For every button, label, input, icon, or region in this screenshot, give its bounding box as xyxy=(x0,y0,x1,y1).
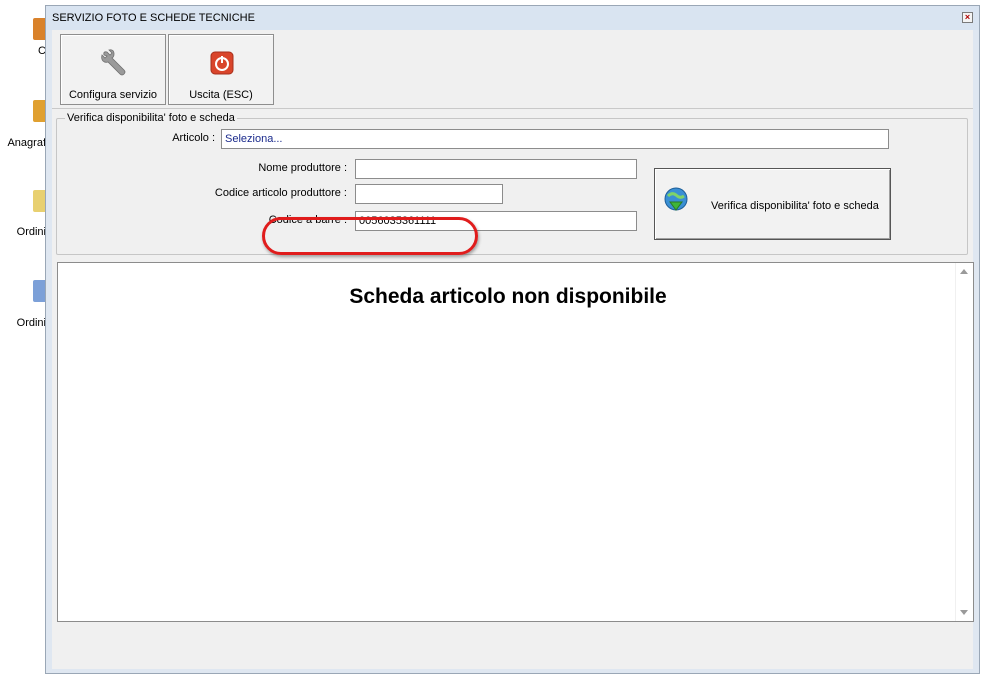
verify-groupbox: Verifica disponibilita' foto e scheda Ar… xyxy=(56,112,968,255)
exit-button[interactable]: Uscita (ESC) xyxy=(168,34,274,105)
articolo-label: Articolo : xyxy=(172,132,215,144)
scroll-up-icon[interactable] xyxy=(960,269,968,274)
scroll-down-icon[interactable] xyxy=(960,610,968,615)
config-service-button[interactable]: Configura servizio xyxy=(60,34,166,105)
articolo-select[interactable]: Seleziona... xyxy=(221,129,889,149)
wrench-icon xyxy=(101,49,126,76)
power-icon xyxy=(210,51,234,75)
desktop-strip: C Anagraf Ordini Ordini xyxy=(0,0,47,674)
codice-articolo-label: Codice articolo produttore : xyxy=(214,187,347,199)
barcode-highlight-annotation xyxy=(262,217,478,255)
nome-produttore-input[interactable] xyxy=(355,159,637,179)
desktop-item-label[interactable]: Ordini xyxy=(0,226,46,238)
config-service-label: Configura servizio xyxy=(68,89,158,101)
main-window: SERVIZIO FOTO E SCHEDE TECNICHE × Config… xyxy=(45,5,980,674)
toolbar: Configura servizio Uscita (ESC) xyxy=(52,30,973,109)
desktop-item-label[interactable]: Ordini xyxy=(0,317,46,329)
verify-availability-label: Verifica disponibilita' foto e scheda xyxy=(711,200,879,212)
title-bar[interactable]: SERVIZIO FOTO E SCHEDE TECNICHE × xyxy=(46,6,979,30)
codice-articolo-input[interactable] xyxy=(355,184,503,204)
nome-produttore-label: Nome produttore : xyxy=(258,162,347,174)
globe-download-icon xyxy=(664,187,688,211)
close-icon: × xyxy=(964,12,971,22)
close-button[interactable]: × xyxy=(962,12,973,23)
window-client: Configura servizio Uscita (ESC) Verifica… xyxy=(52,30,974,669)
desktop-item-label[interactable]: C xyxy=(0,45,46,57)
verify-availability-button[interactable]: Verifica disponibilita' foto e scheda xyxy=(654,168,891,240)
desktop-item-label[interactable]: Anagraf xyxy=(0,137,46,149)
group-legend: Verifica disponibilita' foto e scheda xyxy=(65,112,237,124)
product-sheet-pane[interactable]: Scheda articolo non disponibile xyxy=(57,262,974,622)
window-title: SERVIZIO FOTO E SCHEDE TECNICHE xyxy=(52,12,255,24)
vertical-scrollbar[interactable] xyxy=(955,263,973,621)
pane-message: Scheda articolo non disponibile xyxy=(349,285,667,308)
exit-label: Uscita (ESC) xyxy=(189,89,253,101)
